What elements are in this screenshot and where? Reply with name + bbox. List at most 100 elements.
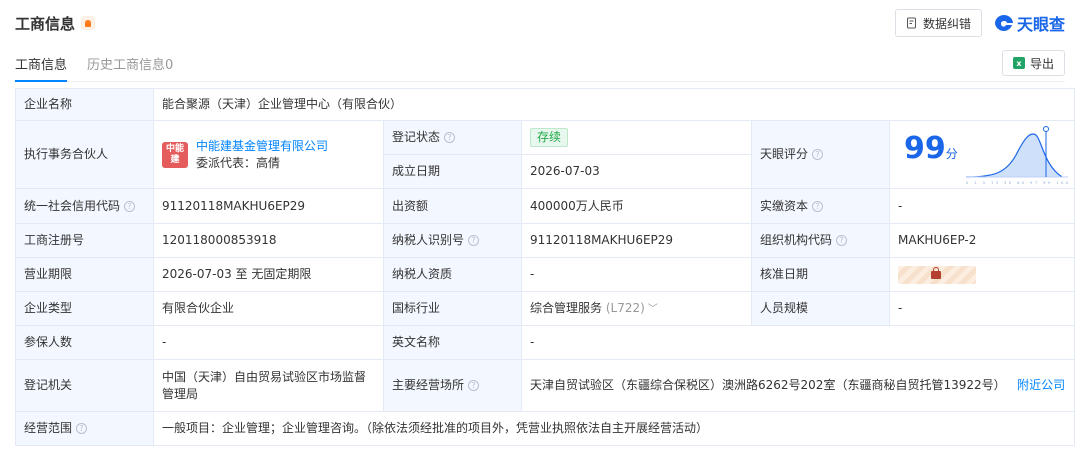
address: 天津自贸试验区（东疆综合保税区）澳洲路6262号202室（东疆商秘自贸托管139… [530, 378, 1006, 392]
reg-status-label: 登记状态 [392, 130, 441, 144]
title-wrap: 工商信息 [15, 13, 96, 34]
org-code: MAKHU6EP-2 [888, 223, 1076, 258]
tax-id-label: 纳税人识别号 [392, 233, 465, 247]
credit-code: 91120118MAKHU6EP29 [153, 188, 384, 224]
reg-status-label-cell: 登记状态? [383, 120, 522, 155]
status-badge: 存续 [530, 128, 569, 147]
scope-label-cell: 经营范围? [15, 411, 154, 446]
score-value: 99分 [904, 131, 958, 166]
export-label: 导出 [1029, 56, 1054, 71]
tab-business-info[interactable]: 工商信息 [15, 54, 68, 82]
business-info-table: 企业名称 能合聚源（天津）企业管理中心（有限合伙） 执行事务合伙人 中能建 中能… [15, 88, 1076, 446]
table-row: 企业名称 能合聚源（天津）企业管理中心（有限合伙） [15, 88, 1076, 121]
help-icon[interactable]: ? [836, 235, 848, 246]
help-icon[interactable]: ? [468, 235, 480, 246]
address-cell: 天津自贸试验区（东疆综合保税区）澳洲路6262号202室（东疆商秘自贸托管139… [520, 359, 1076, 412]
tabs-row: 工商信息 历史工商信息0 x 导出 [15, 46, 1065, 82]
partner-rep: 委派代表：高倩 [196, 155, 281, 170]
table-row: 企业类型 有限合伙企业 国标行业 综合管理服务 (L722) ﹀ 人员规模 - [15, 291, 1076, 326]
tax-id-label-cell: 纳税人识别号? [383, 223, 522, 258]
type: 有限合伙企业 [153, 291, 384, 326]
eye-logo-icon [994, 15, 1013, 31]
partner-logo: 中能建 [162, 141, 188, 168]
address-label-cell: 主要经营场所? [383, 359, 522, 412]
reg-no: 120118000853918 [153, 223, 384, 258]
partner-name-link[interactable]: 中能建基金管理有限公司 [196, 138, 328, 155]
authority: 中国（天津）自由贸易试验区市场监督管理局 [153, 359, 384, 412]
tab-history-info[interactable]: 历史工商信息0 [87, 54, 173, 82]
table-row: 工商注册号 120118000853918 纳税人识别号? 91120118MA… [15, 223, 1076, 258]
tax-id: 91120118MAKHU6EP29 [521, 223, 752, 258]
approve-date-label: 核准日期 [751, 257, 890, 292]
org-code-label-cell: 组织机构代码? [751, 223, 890, 258]
score-label: 天眼评分 [760, 147, 809, 161]
section-header: 工商信息 数据纠错 天眼查 [15, 0, 1065, 46]
brand-name: 天眼查 [1016, 15, 1065, 34]
data-feedback-label: 数据纠错 [922, 16, 971, 31]
capital: 400000万人民币 [521, 188, 752, 224]
table-row: 登记机关 中国（天津）自由贸易试验区市场监督管理局 主要经营场所? 天津自贸试验… [15, 359, 1076, 412]
help-icon[interactable]: ? [812, 200, 824, 212]
excel-icon: x [1012, 57, 1025, 69]
scope-label: 经营范围 [24, 421, 73, 435]
capital-label: 出资额 [383, 188, 522, 224]
help-icon[interactable]: ? [812, 149, 824, 160]
type-label: 企业类型 [15, 291, 154, 326]
english: - [520, 325, 1076, 360]
help-icon[interactable]: ? [444, 132, 456, 143]
industry: 综合管理服务 [530, 300, 603, 315]
page: 工商信息 数据纠错 天眼查 工商信息 历史工商信息0 x 导出 企业名称 能合聚… [0, 0, 1080, 460]
taxpayer-label: 纳税人资质 [383, 257, 522, 292]
table-row: 经营范围? 一般项目：企业管理；企业管理咨询。（除依法须经批准的项目外，凭营业执… [15, 411, 1076, 446]
lock-icon [931, 266, 941, 279]
tabs: 工商信息 历史工商信息0 [15, 46, 173, 82]
term: 2026-07-03 至 无固定期限 [153, 257, 384, 292]
credit-code-label: 统一社会信用代码 [24, 198, 121, 213]
reg-status-cell: 存续 [521, 120, 752, 155]
export-button[interactable]: x 导出 [1001, 50, 1065, 76]
table-row: 执行事务合伙人 中能建 中能建基金管理有限公司 委派代表：高倩 登记状态? 存续… [15, 120, 1076, 189]
nearby-companies-link[interactable]: 附近公司 [1017, 378, 1065, 392]
notify-icon[interactable] [81, 16, 96, 30]
score-ticks: 0 1 3 15 30 60 97 99 100 [966, 181, 1069, 185]
score-cell[interactable]: 99分 0 1 3 15 30 60 97 99 100 [888, 120, 1076, 189]
paid-capital-label-cell: 实缴资本? [751, 188, 890, 224]
taxpayer: - [521, 257, 752, 292]
data-feedback-button[interactable]: 数据纠错 [894, 9, 982, 37]
insured-label: 参保人数 [15, 325, 154, 360]
table-row: 参保人数 - 英文名称 - [15, 325, 1076, 360]
reg-no-label: 工商注册号 [15, 223, 154, 258]
brand-logo: 天眼查 [994, 11, 1065, 35]
chevron-down-icon: ﹀ [647, 303, 658, 315]
header-actions: 数据纠错 天眼查 [894, 9, 1065, 37]
partner-cell: 中能建 中能建基金管理有限公司 委派代表：高倩 [153, 120, 384, 189]
authority-label: 登记机关 [15, 359, 154, 412]
paid-capital-label: 实缴资本 [760, 198, 809, 213]
partner-label: 执行事务合伙人 [15, 120, 154, 189]
table-row: 统一社会信用代码? 91120118MAKHU6EP29 出资额 400000万… [15, 188, 1076, 224]
approve-date-cell [888, 257, 1076, 292]
company-name: 能合聚源（天津）企业管理中心（有限合伙） [152, 88, 1076, 121]
address-label: 主要经营场所 [392, 378, 465, 392]
score-curve-icon: 0 1 3 15 30 60 97 99 100 [965, 126, 1069, 185]
section-title: 工商信息 [15, 14, 76, 33]
company-name-label: 企业名称 [15, 88, 154, 121]
paid-capital: - [888, 188, 1076, 224]
credit-code-label-cell: 统一社会信用代码? [15, 188, 154, 224]
english-label: 英文名称 [383, 325, 522, 360]
scope: 一般项目：企业管理；企业管理咨询。（除依法须经批准的项目外，凭营业执照依法自主开… [152, 411, 1076, 446]
locked-value[interactable] [898, 265, 976, 284]
help-icon[interactable]: ? [76, 423, 88, 434]
found-date: 2026-07-03 [521, 154, 752, 189]
found-date-label: 成立日期 [383, 154, 522, 189]
help-icon[interactable]: ? [124, 200, 136, 212]
help-icon[interactable]: ? [468, 380, 480, 391]
org-code-label: 组织机构代码 [760, 233, 833, 247]
edit-doc-icon [906, 17, 916, 29]
staff-label: 人员规模 [751, 291, 890, 326]
table-row: 营业期限 2026-07-03 至 无固定期限 纳税人资质 - 核准日期 [15, 257, 1076, 292]
staff: - [888, 291, 1076, 326]
insured: - [153, 325, 384, 360]
term-label: 营业期限 [15, 257, 154, 292]
industry-cell[interactable]: 综合管理服务 (L722) ﹀ [521, 291, 752, 326]
